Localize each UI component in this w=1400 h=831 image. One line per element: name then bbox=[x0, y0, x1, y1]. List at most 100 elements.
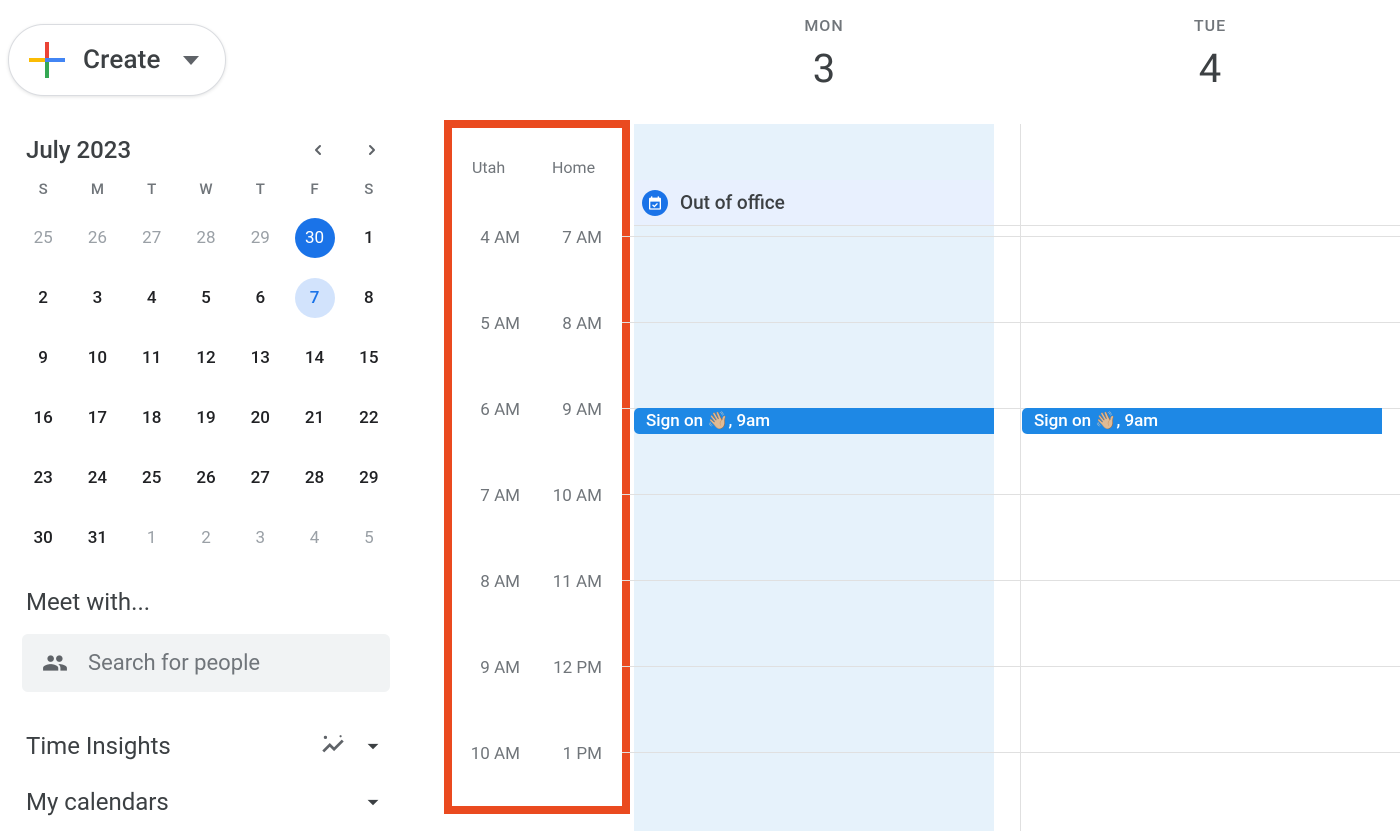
mini-calendar-day[interactable]: 20 bbox=[240, 398, 280, 438]
meet-with-label: Meet with... bbox=[26, 588, 386, 616]
grid-tick bbox=[622, 666, 634, 667]
mini-calendar-prev[interactable] bbox=[304, 136, 332, 164]
mini-calendar-day[interactable]: 8 bbox=[349, 278, 389, 318]
mini-calendar-day[interactable]: 25 bbox=[23, 218, 63, 258]
grid-hour-line bbox=[634, 580, 1400, 581]
mini-calendar-day[interactable]: 4 bbox=[295, 518, 335, 558]
mini-calendar-day[interactable]: 3 bbox=[240, 518, 280, 558]
mini-calendar-day[interactable]: 10 bbox=[77, 338, 117, 378]
mini-calendar-day[interactable]: 30 bbox=[23, 518, 63, 558]
mini-calendar-day[interactable]: 15 bbox=[349, 338, 389, 378]
time-label-utah: 6 AM bbox=[456, 400, 520, 420]
day-of-week-label: MON bbox=[634, 16, 1014, 35]
timezone-label-left: Utah bbox=[472, 158, 505, 177]
day-header-tue[interactable]: TUE 4 bbox=[1020, 16, 1400, 92]
mini-calendar-next[interactable] bbox=[358, 136, 386, 164]
mini-calendar-day[interactable]: 28 bbox=[295, 458, 335, 498]
mini-calendar-day[interactable]: 25 bbox=[132, 458, 172, 498]
mini-calendar-day[interactable]: 5 bbox=[186, 278, 226, 318]
mini-calendar-day[interactable]: 4 bbox=[132, 278, 172, 318]
grid-hour-line bbox=[634, 752, 1400, 753]
mini-calendar-day[interactable]: 23 bbox=[23, 458, 63, 498]
event-chip[interactable]: Sign on 👋🏼, 9am bbox=[634, 408, 994, 434]
search-people-placeholder: Search for people bbox=[88, 651, 260, 676]
mini-calendar-dow: W bbox=[179, 180, 233, 198]
time-row: 6 AM 9 AM bbox=[456, 400, 602, 420]
chevron-right-icon bbox=[364, 142, 380, 158]
mini-calendar-day[interactable]: 1 bbox=[349, 218, 389, 258]
time-row: 4 AM7 AM bbox=[456, 228, 602, 248]
insights-icon bbox=[320, 733, 346, 759]
grid-hour-line bbox=[634, 666, 1400, 667]
event-chip[interactable]: Sign on 👋🏼, 9am bbox=[1022, 408, 1382, 434]
time-insights-label: Time Insights bbox=[26, 732, 320, 760]
time-label-home: 9 AM bbox=[538, 400, 602, 420]
grid-hour-line bbox=[634, 322, 1400, 323]
event-title: Sign on 👋🏼, 9am bbox=[1034, 411, 1158, 431]
grid-day-divider bbox=[1020, 124, 1021, 831]
time-label-home: 12 PM bbox=[538, 658, 602, 678]
mini-calendar-day[interactable]: 11 bbox=[132, 338, 172, 378]
mini-calendar-title: July 2023 bbox=[26, 136, 304, 164]
timezone-highlight-box bbox=[444, 120, 630, 814]
mini-calendar-day[interactable]: 16 bbox=[23, 398, 63, 438]
search-people-input[interactable]: Search for people bbox=[22, 634, 390, 692]
mini-calendar-day[interactable]: 14 bbox=[295, 338, 335, 378]
time-row: 7 AM 10 AM bbox=[456, 486, 602, 506]
mini-calendar-day[interactable]: 27 bbox=[132, 218, 172, 258]
mini-calendar-day[interactable]: 27 bbox=[240, 458, 280, 498]
grid-hour-line bbox=[634, 494, 1400, 495]
time-label-home: 11 AM bbox=[538, 572, 602, 592]
grid-tick bbox=[622, 752, 634, 753]
mini-calendar-day[interactable]: 22 bbox=[349, 398, 389, 438]
day-number: 4 bbox=[1020, 45, 1400, 92]
out-of-office-label: Out of office bbox=[680, 191, 785, 214]
mini-calendar-grid: SMTWTFS252627282930123456789101112131415… bbox=[16, 180, 396, 558]
mini-calendar-day[interactable]: 24 bbox=[77, 458, 117, 498]
chevron-down-icon bbox=[360, 789, 386, 815]
my-calendars-row[interactable]: My calendars bbox=[26, 788, 386, 816]
grid-hour-line bbox=[634, 225, 1400, 226]
time-label-home: 7 AM bbox=[538, 228, 602, 248]
create-button[interactable]: Create bbox=[8, 24, 226, 96]
mini-calendar-day[interactable]: 17 bbox=[77, 398, 117, 438]
chevron-down-icon bbox=[360, 733, 386, 759]
mini-calendar-day[interactable]: 13 bbox=[240, 338, 280, 378]
mini-calendar-day[interactable]: 26 bbox=[186, 458, 226, 498]
mini-calendar-day[interactable]: 2 bbox=[23, 278, 63, 318]
mini-calendar-day[interactable]: 19 bbox=[186, 398, 226, 438]
mini-calendar-day[interactable]: 28 bbox=[186, 218, 226, 258]
mini-calendar-dow: T bbox=[233, 180, 287, 198]
plus-icon bbox=[29, 42, 65, 78]
mini-calendar-day[interactable]: 7 bbox=[295, 278, 335, 318]
grid-tick bbox=[622, 408, 634, 409]
mini-calendar-dow: S bbox=[16, 180, 70, 198]
chevron-left-icon bbox=[310, 142, 326, 158]
time-insights-row[interactable]: Time Insights bbox=[26, 732, 386, 760]
people-icon bbox=[42, 650, 68, 676]
mini-calendar-day[interactable]: 21 bbox=[295, 398, 335, 438]
grid-tick bbox=[622, 322, 634, 323]
my-calendars-label: My calendars bbox=[26, 788, 360, 816]
mini-calendar-day[interactable]: 29 bbox=[240, 218, 280, 258]
mini-calendar-day[interactable]: 12 bbox=[186, 338, 226, 378]
out-of-office-event[interactable]: Out of office bbox=[634, 180, 994, 225]
mini-calendar-day[interactable]: 29 bbox=[349, 458, 389, 498]
mini-calendar-day[interactable]: 31 bbox=[77, 518, 117, 558]
mini-calendar-day[interactable]: 1 bbox=[132, 518, 172, 558]
mini-calendar-day[interactable]: 2 bbox=[186, 518, 226, 558]
mini-calendar-dow: F bbox=[287, 180, 341, 198]
day-number: 3 bbox=[634, 45, 1014, 92]
time-label-home: 10 AM bbox=[538, 486, 602, 506]
mini-calendar-day[interactable]: 30 bbox=[295, 218, 335, 258]
mini-calendar-day[interactable]: 18 bbox=[132, 398, 172, 438]
mini-calendar-day[interactable]: 26 bbox=[77, 218, 117, 258]
mini-calendar-day[interactable]: 5 bbox=[349, 518, 389, 558]
mini-calendar-day[interactable]: 3 bbox=[77, 278, 117, 318]
mini-calendar-dow: S bbox=[342, 180, 396, 198]
grid-tick bbox=[622, 580, 634, 581]
day-header-mon[interactable]: MON 3 bbox=[634, 16, 1014, 92]
mini-calendar-day[interactable]: 6 bbox=[240, 278, 280, 318]
time-label-utah: 7 AM bbox=[456, 486, 520, 506]
mini-calendar-day[interactable]: 9 bbox=[23, 338, 63, 378]
